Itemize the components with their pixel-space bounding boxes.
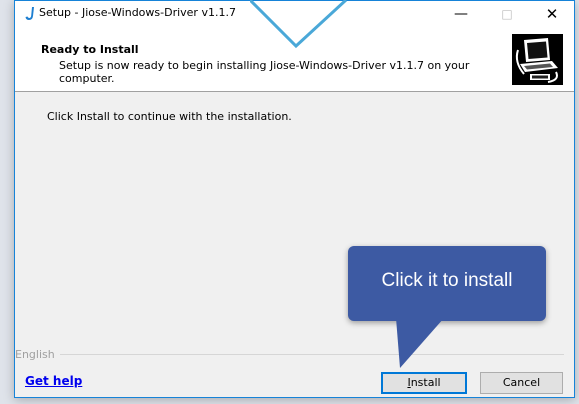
maximize-button[interactable]: □ — [484, 1, 530, 27]
window-title: Setup - Jiose-Windows-Driver v1.1.7 — [39, 6, 236, 19]
cancel-button[interactable]: Cancel — [480, 372, 563, 394]
install-instruction: Click Install to continue with the insta… — [47, 110, 292, 123]
get-help-link[interactable]: Get help — [25, 374, 82, 388]
language-label: English — [15, 348, 55, 361]
setup-window: Setup - Jiose-Windows-Driver v1.1.7 — □ … — [14, 0, 575, 398]
callout-text: Click it to install — [381, 270, 513, 291]
page-subtitle: Setup is now ready to begin installing J… — [59, 59, 470, 85]
callout-tail — [396, 318, 444, 368]
callout-pointer-top — [250, 0, 348, 49]
computer-install-icon — [512, 34, 563, 85]
footer-divider — [60, 354, 564, 355]
close-button[interactable]: ✕ — [529, 1, 575, 27]
install-label: nstall — [410, 376, 441, 389]
tooltip-callout: Click it to install — [348, 246, 546, 321]
page-title: Ready to Install — [41, 43, 139, 56]
wizard-footer: English Get help Install Cancel — [15, 342, 574, 397]
minimize-button[interactable]: — — [438, 1, 484, 27]
install-button[interactable]: Install — [381, 372, 467, 394]
installer-app-icon — [25, 7, 34, 20]
